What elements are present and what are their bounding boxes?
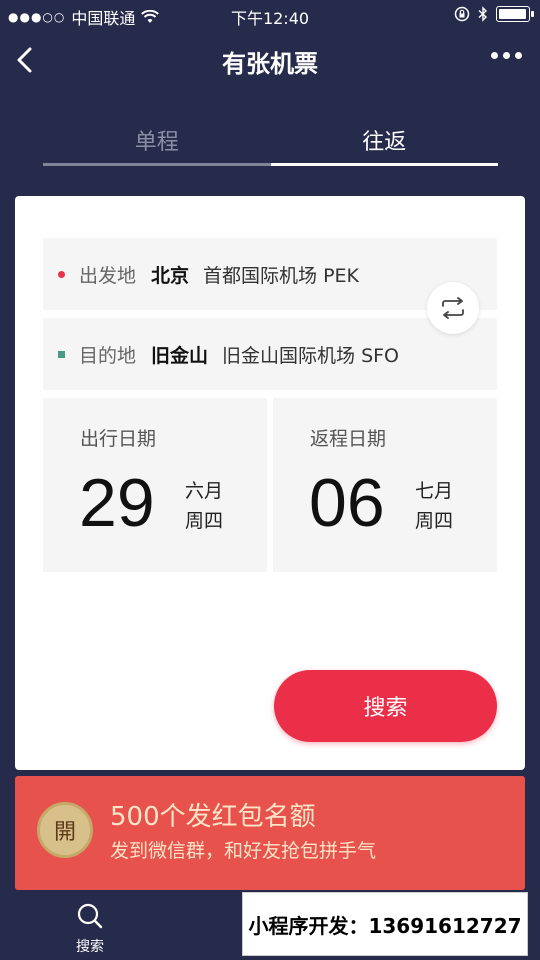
arrival-label: 目的地 [79, 344, 137, 367]
page-title: 有张机票 [222, 50, 318, 78]
nav-bar: 有张机票 [0, 30, 540, 92]
departure-dot-icon [58, 270, 65, 278]
return-day: 06 [309, 465, 385, 541]
departure-city: 北京 [151, 264, 190, 287]
outbound-weekday: 周四 [185, 510, 224, 532]
return-weekday: 周四 [415, 510, 454, 532]
bottom-tab-bar: 搜索 小程序开发：13691612727 [0, 890, 540, 960]
tabbar-label-search: 搜索 [76, 939, 104, 955]
bluetooth-icon [478, 6, 488, 22]
banner-title: 500个发红包名额 [110, 802, 316, 832]
return-date-label: 返程日期 [310, 428, 387, 450]
tab-label: 单程 [134, 130, 179, 155]
status-right [454, 6, 534, 22]
tab-underline-active [270, 163, 498, 166]
more-dot-icon [503, 52, 510, 59]
more-dot-icon [515, 52, 522, 59]
tabbar-item-search[interactable]: 搜索 [50, 902, 130, 956]
flight-search-card: 出发地 北京 首都国际机场 PEK 目的地 旧金山 旧金山国际机场 SFO 出行… [15, 196, 525, 770]
swap-icon [442, 297, 464, 319]
outbound-day: 29 [79, 465, 155, 541]
return-date-picker[interactable]: 返程日期 06 七月 周四 [273, 398, 497, 572]
departure-label: 出发地 [79, 264, 137, 287]
trip-type-tabs: 单程 往返 [43, 108, 498, 166]
tab-label: 往返 [362, 130, 407, 155]
search-icon [77, 903, 103, 929]
status-bar: ●●●○○ 中国联通 下午12:40 [0, 0, 540, 30]
outbound-date-picker[interactable]: 出行日期 29 六月 周四 [43, 398, 267, 572]
more-dot-icon [491, 52, 498, 59]
arrival-city: 旧金山 [151, 344, 209, 367]
chevron-left-icon [17, 47, 32, 73]
return-month: 七月 [415, 480, 454, 502]
back-button[interactable] [12, 44, 38, 76]
tab-one-way[interactable]: 单程 [43, 108, 271, 166]
tab-round-trip[interactable]: 往返 [270, 108, 498, 166]
swap-button[interactable] [427, 282, 479, 334]
departure-airport: 首都国际机场 PEK [203, 264, 359, 287]
arrival-airport: 旧金山国际机场 SFO [222, 344, 400, 367]
outbound-month: 六月 [185, 480, 224, 502]
banner-subtitle: 发到微信群，和好友抢包拼手气 [110, 840, 377, 862]
outbound-date-label: 出行日期 [80, 428, 157, 450]
developer-contact-overlay: 小程序开发：13691612727 [242, 892, 528, 956]
more-button[interactable] [491, 52, 522, 59]
tab-underline [43, 163, 271, 166]
search-button[interactable]: 搜索 [274, 670, 497, 742]
arrival-dot-icon [58, 350, 65, 358]
battery-icon [496, 6, 534, 22]
rotation-lock-icon [454, 6, 470, 22]
arrival-field[interactable]: 目的地 旧金山 旧金山国际机场 SFO [43, 318, 497, 390]
battery-level [499, 9, 526, 19]
red-packet-banner[interactable]: 開 500个发红包名额 发到微信群，和好友抢包拼手气 [15, 776, 525, 890]
open-coin-icon: 開 [37, 802, 93, 858]
